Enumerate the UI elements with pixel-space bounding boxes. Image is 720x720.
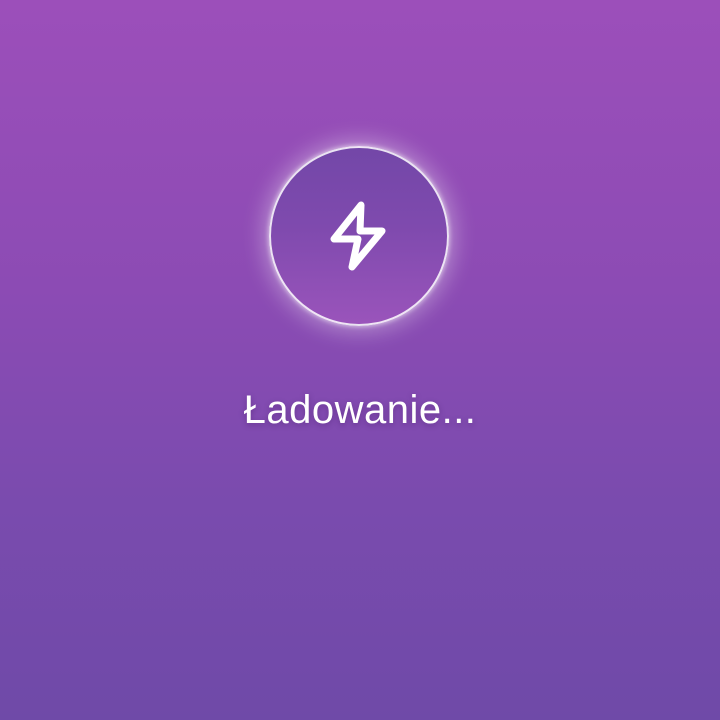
loading-logo-circle bbox=[269, 146, 449, 326]
loading-text: Ładowanie... bbox=[243, 388, 477, 432]
loading-screen: Ładowanie... bbox=[0, 0, 720, 720]
lightning-bolt-icon bbox=[330, 201, 386, 271]
